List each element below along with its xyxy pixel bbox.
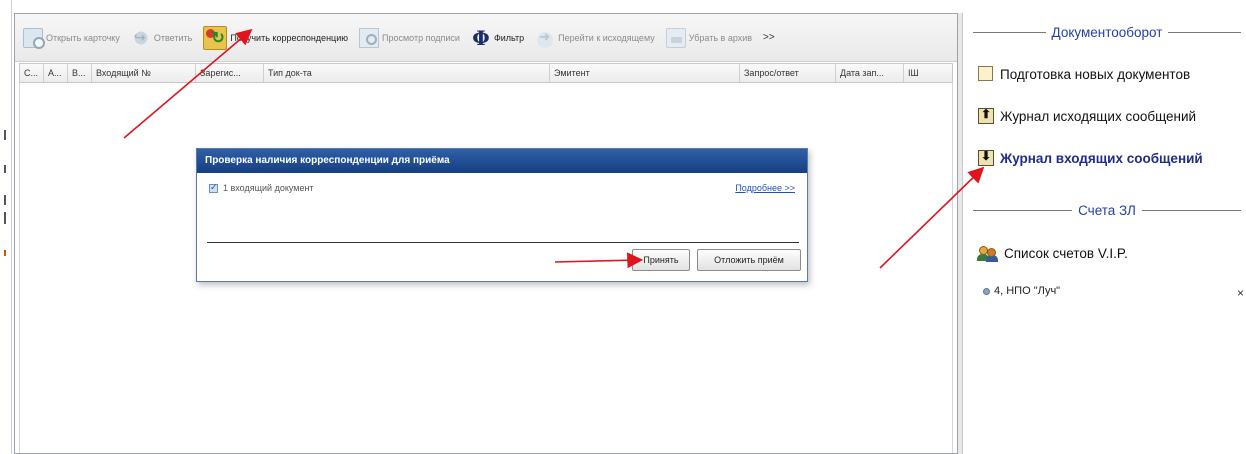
goto-outgoing-button[interactable]: Перейти к исходящему [531, 23, 659, 53]
dialog-title[interactable]: Проверка наличия корреспонденции для при… [197, 149, 807, 173]
archive-button[interactable]: Убрать в архив [662, 23, 756, 53]
archive-icon [665, 27, 686, 48]
accounts-section-header: Счета ЗЛ [973, 201, 1241, 219]
sidebar-item-incoming-journal[interactable]: ⬇ Журнал входящих сообщений [977, 149, 1203, 167]
document-count-label: 1 входящий документ [223, 183, 314, 193]
toolbar-more-button[interactable]: >> [759, 32, 775, 43]
phi-filter-icon: Φ [472, 25, 490, 50]
sidebar-item-vip-accounts[interactable]: Список счетов V.I.P. [977, 244, 1128, 262]
accept-button[interactable]: Принять [632, 249, 690, 271]
app-window: Открыть карточку Ответить Получить корре… [0, 0, 1246, 454]
users-icon [977, 244, 999, 262]
incoming-icon: ⬇ [977, 149, 995, 167]
open-card-button[interactable]: Открыть карточку [19, 23, 124, 53]
card-icon [23, 27, 45, 49]
receive-correspondence-dialog: Проверка наличия корреспонденции для при… [196, 148, 808, 282]
sidebar-item-outgoing-journal[interactable]: ⬆ Журнал исходящих сообщений [977, 107, 1196, 125]
document-checkbox[interactable] [209, 182, 218, 193]
postpone-button[interactable]: Отложить приём [697, 249, 801, 271]
bullet-icon [983, 287, 990, 295]
column-header[interactable]: Входящий № [92, 64, 196, 82]
left-edge-strip [0, 0, 12, 454]
column-header[interactable]: Дата зап... [836, 64, 904, 82]
column-header[interactable]: Запрос/ответ [740, 64, 836, 82]
column-header[interactable]: В... [68, 64, 92, 82]
column-header[interactable]: Зарегис... [196, 64, 264, 82]
dialog-divider [207, 242, 799, 243]
column-header[interactable]: Эмитент [550, 64, 740, 82]
signature-icon [358, 27, 379, 48]
docflow-section-header: Документооборот [973, 23, 1241, 41]
close-icon[interactable]: × [1237, 286, 1244, 300]
right-sidebar: Документооборот Подготовка новых докумен… [962, 13, 1246, 454]
account-list-item[interactable]: 4, НПО "Луч" [983, 285, 1060, 297]
get-mail-icon [203, 25, 228, 50]
reply-icon [130, 27, 151, 48]
reply-button[interactable]: Ответить [127, 23, 196, 53]
dialog-item-row: 1 входящий документ [209, 182, 314, 193]
new-doc-icon [977, 65, 995, 83]
view-signature-button[interactable]: Просмотр подписи [355, 23, 464, 53]
filter-button[interactable]: Φ Фильтр [467, 23, 528, 53]
grid-header: С... А... В... Входящий № Зарегис... Тип… [19, 63, 953, 83]
column-header[interactable]: Тип док-та [264, 64, 550, 82]
column-chooser[interactable]: ІШ [904, 64, 952, 82]
goto-icon [535, 27, 556, 48]
column-header[interactable]: С... [20, 64, 44, 82]
column-header[interactable]: А... [44, 64, 68, 82]
details-link[interactable]: Подробнее >> [735, 183, 795, 193]
sidebar-item-new-documents[interactable]: Подготовка новых документов [977, 65, 1190, 83]
toolbar: Открыть карточку Ответить Получить корре… [15, 14, 957, 62]
get-correspondence-button[interactable]: Получить корреспонденцию [199, 23, 352, 53]
outgoing-icon: ⬆ [977, 107, 995, 125]
